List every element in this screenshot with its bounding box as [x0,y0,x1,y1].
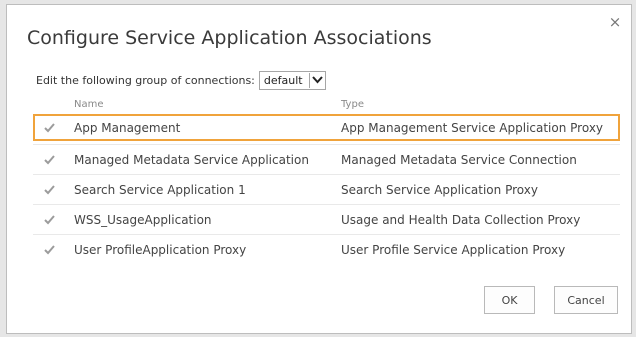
row-name: User ProfileApplication Proxy [74,242,247,257]
column-header-name: Name [74,99,104,110]
connection-group-label: Edit the following group of connections: [36,73,255,87]
cancel-button[interactable]: Cancel [554,286,618,314]
checkmark-icon[interactable] [44,184,55,195]
row-divider [33,234,620,235]
table-row[interactable]: Managed Metadata Service Application Man… [33,146,620,173]
checkmark-icon[interactable] [44,214,55,225]
connection-group-value: default [263,73,303,87]
chevron-down-icon[interactable] [308,72,325,88]
row-divider [33,144,620,145]
row-divider [33,174,620,175]
row-name: WSS_UsageApplication [74,212,212,227]
row-name: App Management [74,120,181,135]
table-row[interactable]: Search Service Application 1 Search Serv… [33,176,620,203]
connection-group-row: Edit the following group of connections:… [36,70,326,90]
row-type: Usage and Health Data Collection Proxy [341,212,581,227]
row-name: Managed Metadata Service Application [74,152,309,167]
connection-group-select[interactable]: default [258,70,326,90]
row-divider [33,204,620,205]
checkmark-icon[interactable] [44,154,55,165]
column-header-type: Type [341,99,364,110]
ok-button[interactable]: OK [484,286,535,314]
close-icon[interactable]: × [608,15,622,30]
checkmark-icon[interactable] [44,122,55,133]
row-type: User Profile Service Application Proxy [341,242,566,257]
table-row[interactable]: User ProfileApplication Proxy User Profi… [33,236,620,263]
dialog: × Configure Service Application Associat… [6,4,632,334]
table-row[interactable]: WSS_UsageApplication Usage and Health Da… [33,206,620,233]
table-row[interactable]: App Management App Management Service Ap… [33,114,620,141]
row-type: Managed Metadata Service Connection [341,152,577,167]
checkmark-icon[interactable] [44,244,55,255]
row-name: Search Service Application 1 [74,182,246,197]
row-type: Search Service Application Proxy [341,182,538,197]
row-type: App Management Service Application Proxy [341,120,604,135]
dialog-title: Configure Service Application Associatio… [27,27,432,49]
